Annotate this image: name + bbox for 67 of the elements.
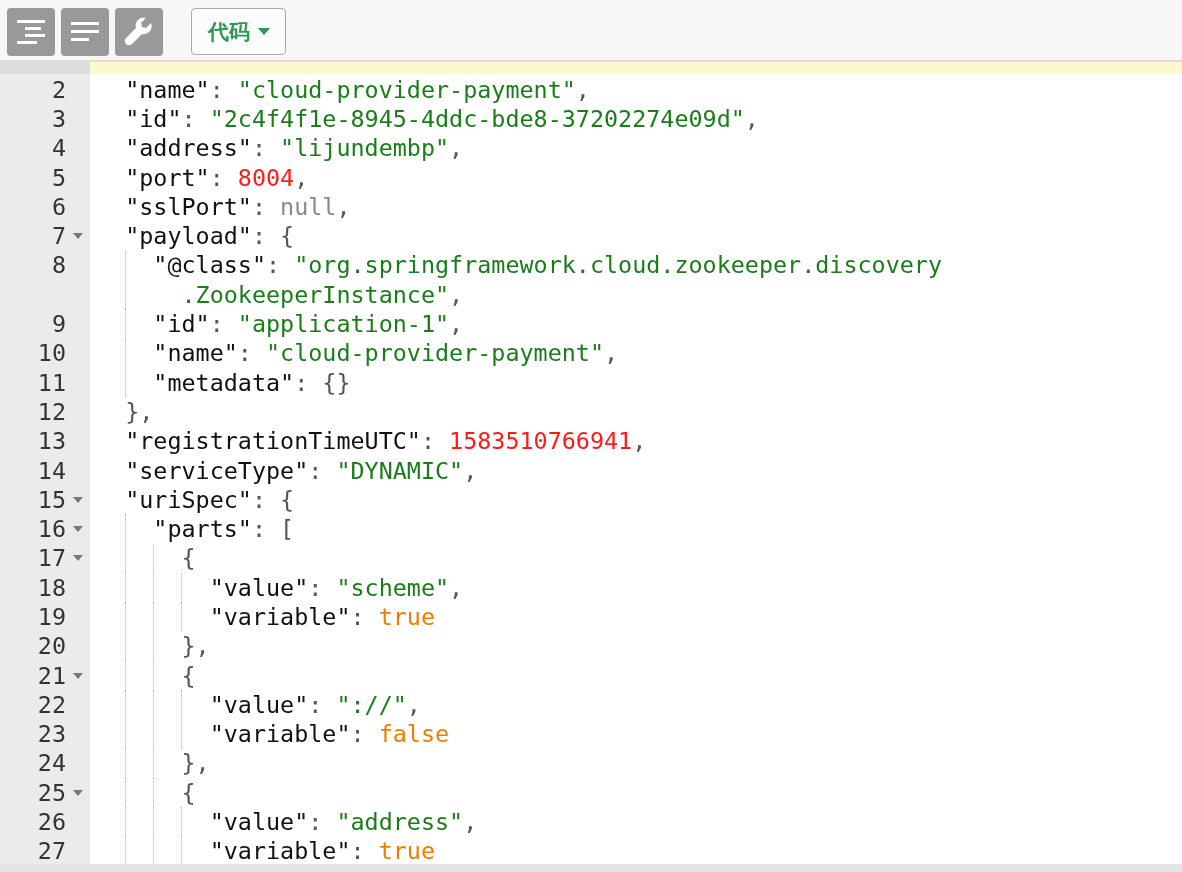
code-line: "uriSpec": { bbox=[124, 485, 295, 514]
line-number: 20 bbox=[37, 632, 66, 661]
format-button[interactable] bbox=[7, 8, 55, 56]
language-dropdown[interactable]: 代码 bbox=[191, 8, 286, 55]
code-line: { bbox=[180, 778, 196, 807]
line-number: 8 bbox=[51, 251, 66, 280]
code-line: "metadata": {} bbox=[152, 368, 351, 397]
line-number: 18 bbox=[37, 573, 66, 602]
code-line: { bbox=[180, 544, 196, 573]
line-number: 5 bbox=[51, 163, 66, 192]
code-line: "sslPort": null, bbox=[124, 192, 351, 221]
line-number: 7 bbox=[51, 222, 66, 251]
fold-caret-icon[interactable] bbox=[73, 789, 83, 796]
caret-icon bbox=[257, 28, 270, 35]
line-number: 11 bbox=[37, 368, 66, 397]
code-line: "variable": true bbox=[208, 837, 435, 864]
code-line: "variable": false bbox=[208, 720, 450, 749]
indented-lines-icon bbox=[16, 19, 46, 45]
code-line: "parts": [ bbox=[152, 515, 295, 544]
settings-button[interactable] bbox=[115, 8, 163, 56]
lines-icon bbox=[70, 21, 100, 43]
code-line: "address": "lijundembp", bbox=[124, 134, 464, 163]
code-line: }, bbox=[124, 397, 154, 426]
fold-caret-icon[interactable] bbox=[73, 496, 83, 503]
code-line: "name": "cloud-provider-payment", bbox=[152, 339, 619, 368]
line-number: 25 bbox=[37, 778, 66, 807]
code-line: "registrationTimeUTC": 1583510766941, bbox=[124, 427, 647, 456]
code-line: "@class": "org.springframework.cloud.zookeeper.discovery bbox=[152, 251, 942, 280]
code-line: }, bbox=[180, 632, 210, 661]
line-number: 14 bbox=[37, 456, 66, 485]
fold-caret-icon[interactable] bbox=[73, 555, 83, 562]
fold-caret-icon[interactable] bbox=[73, 526, 83, 533]
code-line: "serviceType": "DYNAMIC", bbox=[124, 456, 478, 485]
line-number: 2 bbox=[51, 75, 66, 104]
code-line: .ZookeeperInstance", bbox=[181, 280, 464, 309]
line-number: 9 bbox=[51, 310, 66, 338]
line-number: 17 bbox=[37, 544, 66, 573]
wrench-icon bbox=[124, 17, 154, 47]
code-line: "value": "address", bbox=[208, 808, 478, 837]
line-number: 10 bbox=[37, 339, 66, 368]
line-number: 27 bbox=[37, 837, 66, 864]
code-line: { bbox=[180, 661, 196, 690]
code-line: "name": "cloud-provider-payment", bbox=[124, 75, 590, 104]
line-number: 23 bbox=[37, 720, 66, 749]
line-number: 19 bbox=[37, 603, 66, 631]
line-number: 4 bbox=[51, 134, 66, 163]
code-line: "variable": true bbox=[208, 603, 435, 631]
code-line: "id": "application-1", bbox=[152, 310, 464, 338]
line-number: 22 bbox=[37, 690, 66, 719]
line-number: 12 bbox=[37, 397, 66, 426]
line-number: 21 bbox=[37, 661, 66, 690]
line-number: 6 bbox=[51, 192, 66, 221]
code-line: "value": "://", bbox=[208, 690, 421, 719]
code-line: "port": 8004, bbox=[124, 163, 309, 192]
code-line: "value": "scheme", bbox=[208, 573, 464, 602]
fold-caret-icon[interactable] bbox=[73, 233, 83, 240]
line-number: 3 bbox=[51, 104, 66, 133]
code-line: "payload": { bbox=[124, 222, 295, 251]
line-number: 24 bbox=[37, 749, 66, 778]
line-number: 16 bbox=[37, 515, 66, 544]
code-line: }, bbox=[180, 749, 210, 778]
line-number: 13 bbox=[37, 427, 66, 456]
line-number: 26 bbox=[37, 808, 66, 837]
code-line: "id": "2c4f4f1e-8945-4ddc-bde8-37202274e09d", bbox=[124, 104, 759, 133]
compact-button[interactable] bbox=[61, 8, 109, 56]
fold-caret-icon[interactable] bbox=[73, 672, 83, 679]
line-number: 15 bbox=[37, 485, 66, 514]
